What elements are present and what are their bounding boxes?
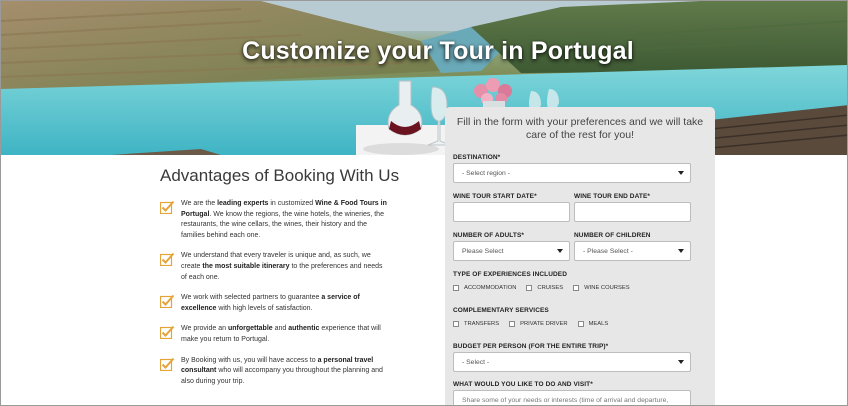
advantage-item: We provide an unforgettable and authenti…: [160, 324, 390, 345]
checkbox-icon[interactable]: [453, 321, 459, 327]
page-frame: Customize your Tour in Portugal Advantag…: [0, 0, 848, 406]
experiences-label: TYPE OF EXPERIENCES INCLUDED: [453, 271, 568, 278]
experiences-options: ACCOMMODATION CRUISES WINE COURSES: [453, 285, 630, 291]
checkbox-icon[interactable]: [509, 321, 516, 327]
adults-select[interactable]: Please Select: [453, 241, 570, 261]
start-date-label: WINE TOUR START DATE*: [453, 193, 537, 200]
checkbox-icon[interactable]: [577, 321, 584, 327]
tour-request-form: Fill in the form with your preferences a…: [445, 107, 715, 405]
adults-label: NUMBER OF ADULTS*: [453, 232, 525, 239]
services-label: COMPLEMENTARY SERVICES: [453, 307, 549, 314]
hero-banner: Customize your Tour in Portugal: [1, 1, 847, 155]
budget-select[interactable]: - Select -: [453, 352, 691, 372]
checkbox-wine-courses[interactable]: WINE COURSES: [573, 285, 630, 291]
checkbox-checked-icon: [160, 357, 175, 371]
destination-label: DESTINATION*: [453, 154, 501, 161]
start-date-input[interactable]: [453, 202, 570, 222]
advantage-item: We understand that every traveler is uni…: [160, 251, 390, 283]
children-label: NUMBER OF CHILDREN: [574, 232, 651, 239]
visit-textarea[interactable]: Share some of your needs or interests (t…: [453, 390, 691, 405]
checkbox-checked-icon: [160, 294, 175, 309]
caret-down-icon: [557, 249, 563, 253]
caret-down-icon: [678, 171, 684, 175]
checkbox-icon[interactable]: [573, 285, 580, 291]
hero-landscape-image: [1, 1, 847, 155]
children-select[interactable]: - Please Select -: [574, 241, 691, 261]
checkbox-checked-icon: [160, 326, 175, 340]
advantage-item: We work with selected partners to guaran…: [160, 293, 390, 314]
page-title: Customize your Tour in Portugal: [242, 37, 634, 65]
checkbox-cruises[interactable]: CRUISES: [526, 285, 563, 291]
advantages-heading: Advantages of Booking With Us: [160, 166, 400, 185]
checkbox-accommodation[interactable]: ACCOMMODATION: [453, 285, 516, 291]
form-intro: Fill in the form with your preferences a…: [456, 116, 704, 141]
advantage-item: We are the leading experts in customized…: [160, 199, 390, 241]
caret-down-icon: [678, 360, 684, 364]
destination-select[interactable]: - Select region -: [453, 163, 691, 183]
checkbox-icon[interactable]: [453, 285, 459, 291]
checkbox-meals[interactable]: MEALS: [577, 321, 608, 327]
advantage-item: By Booking with us, you will have access…: [160, 356, 390, 388]
end-date-input[interactable]: [574, 202, 691, 222]
end-date-label: WINE TOUR END DATE*: [574, 193, 651, 200]
checkbox-transfers[interactable]: TRANSFERS: [453, 321, 499, 327]
services-options: TRANSFERS PRIVATE DRIVER MEALS: [453, 321, 608, 327]
checkbox-private-driver[interactable]: PRIVATE DRIVER: [509, 321, 568, 327]
checkbox-checked-icon: [160, 200, 175, 214]
budget-label: BUDGET PER PERSON (FOR THE ENTIRE TRIP)*: [453, 343, 609, 350]
advantages-list: We are the leading experts in customized…: [160, 199, 390, 397]
checkbox-icon[interactable]: [526, 285, 533, 291]
caret-down-icon: [678, 249, 684, 253]
visit-label: WHAT WOULD YOU LIKE TO DO AND VISIT*: [453, 381, 593, 388]
checkbox-checked-icon: [160, 253, 175, 267]
